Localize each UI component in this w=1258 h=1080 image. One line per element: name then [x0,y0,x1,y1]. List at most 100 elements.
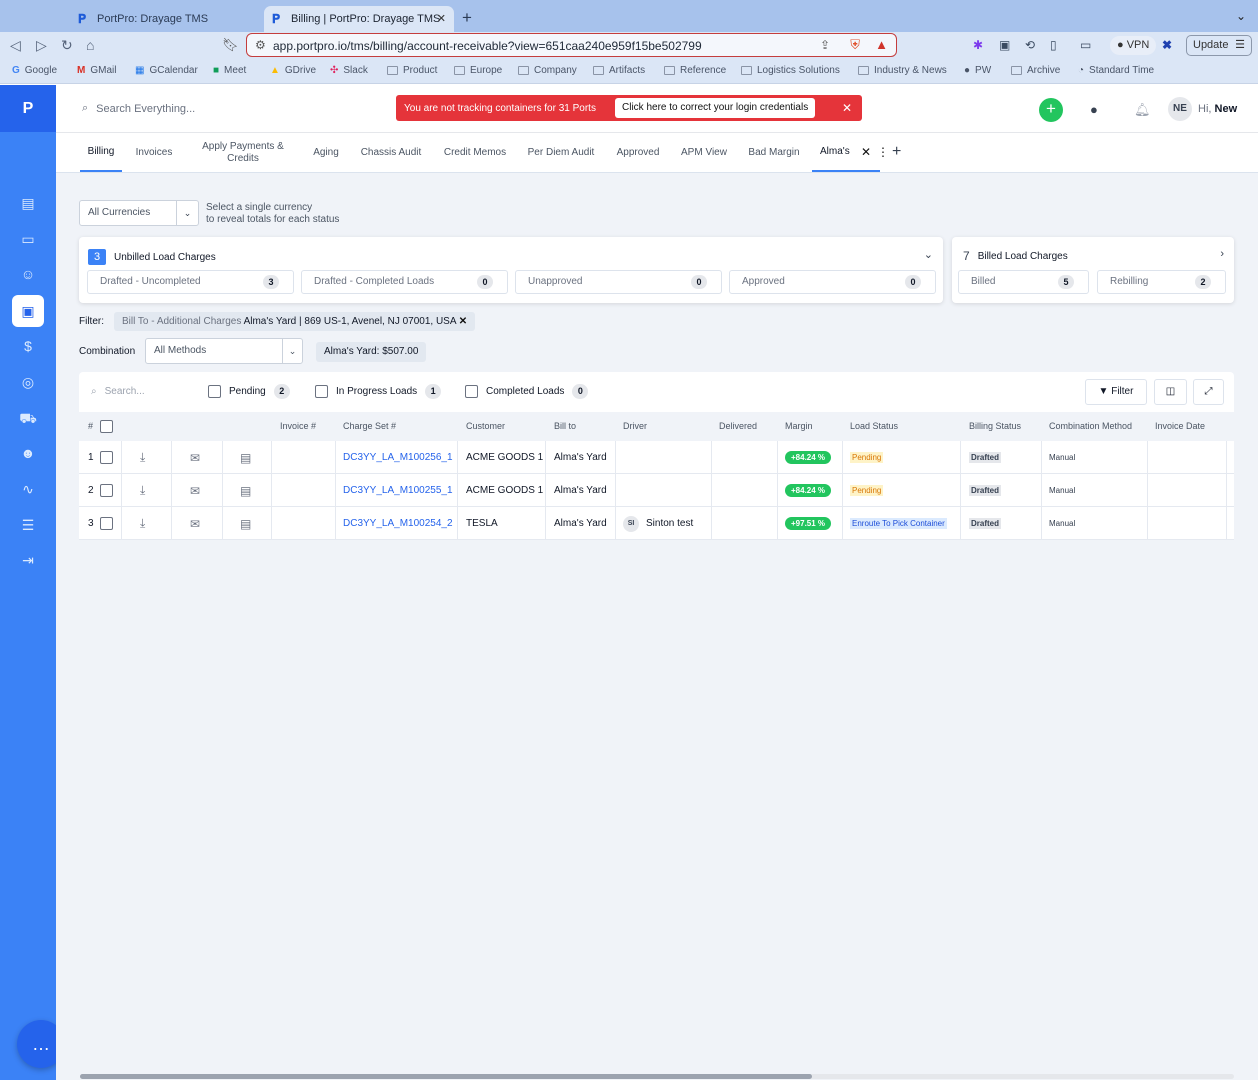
extensions-icon[interactable]: ⟲ [1025,38,1035,52]
user-greeting[interactable]: Hi, New [1198,103,1237,115]
grid-search-input[interactable]: ⌕ Search... [91,386,145,397]
pending-checkbox[interactable] [208,385,221,398]
table-row[interactable]: 1 ⤓ ✉ ▤ DC3YY_LA_M100256_1 ACME GOODS 1 … [79,441,1234,474]
billing-icon[interactable]: ▣ [12,295,44,327]
url-field[interactable]: ⚙ app.portpro.io/tms/billing/account-rec… [246,33,897,57]
stat-approved[interactable]: Approved 0 [729,270,936,294]
horizontal-scrollbar[interactable] [80,1074,1234,1079]
tab-approved[interactable]: Approved [612,134,664,172]
monitor-icon[interactable]: ▭ [16,227,40,251]
tab-list-chevron-icon[interactable]: ⌄ [1236,9,1246,23]
vpn-button[interactable]: ● VPN [1110,36,1157,55]
bookmark-archive[interactable]: Archive [1011,65,1060,76]
notifications-bell-icon[interactable]: 🔔︎ [1134,102,1151,118]
add-view-icon[interactable]: + [892,143,901,161]
activity-icon[interactable]: ∿ [16,477,40,501]
tab-apm-view[interactable]: APM View [676,134,732,172]
charge-set-link[interactable]: DC3YY_LA_M100256_1 [343,441,453,474]
completed-checkbox[interactable] [465,385,478,398]
view-details-icon[interactable]: ▤ [240,474,251,507]
bookmark-icon[interactable]: 🔖︎ [222,37,239,53]
scrollbar-thumb[interactable] [80,1074,812,1079]
filter-button[interactable]: ▼ Filter [1085,379,1147,405]
row-checkbox[interactable] [100,441,113,474]
map-icon[interactable]: ▤ [16,191,40,215]
new-tab-icon[interactable]: + [462,8,472,28]
brave-shield-icon[interactable]: ⛨ [850,37,860,53]
back-icon[interactable]: ◁ [10,37,21,54]
row-checkbox[interactable] [100,507,113,540]
in-progress-checkbox[interactable] [315,385,328,398]
col-driver[interactable]: Driver [623,421,647,431]
remove-filter-icon[interactable]: ✕ [459,316,467,327]
browser-tab-portpro[interactable]: 𝐏 PortPro: Drayage TMS [70,6,260,32]
download-icon[interactable]: ⤓ [140,474,145,507]
stat-drafted-uncompleted[interactable]: Drafted - Uncompleted 3 [87,270,294,294]
send-email-icon[interactable]: ✉ [190,441,200,474]
currency-select[interactable]: All Currencies ⌄ [79,200,199,226]
bookmark-standard-time[interactable]: ◔ Standard Time [1078,65,1154,76]
col-delivered[interactable]: Delivered [719,421,757,431]
update-button[interactable]: Update ☰ [1186,35,1252,56]
expand-button[interactable]: ⤢ [1193,379,1224,405]
tab-apply-payments[interactable]: Apply Payments & Credits [194,134,292,172]
bookmark-reference[interactable]: Reference [664,65,726,76]
tab-per-diem-audit[interactable]: Per Diem Audit [524,134,598,172]
tab-aging[interactable]: Aging [308,134,344,172]
bookmark-slack[interactable]: ✣ Slack [330,65,368,76]
close-alert-icon[interactable]: ✕ [842,101,852,115]
stat-unapproved[interactable]: Unapproved 0 [515,270,722,294]
col-billing-status[interactable]: Billing Status [969,421,1021,431]
bookmark-logistics[interactable]: Logistics Solutions [741,65,840,76]
row-checkbox[interactable] [100,474,113,507]
collapse-chevron-icon[interactable]: ⌄ [924,248,933,261]
table-row[interactable]: 3 ⤓ ✉ ▤ DC3YY_LA_M100254_2 TESLA Alma's … [79,507,1234,540]
bookmark-company[interactable]: Company [518,65,577,76]
settings-sliders-icon[interactable]: ☰ [16,513,40,537]
combination-select[interactable]: All Methods ⌄ [145,338,303,364]
tab-bad-margin[interactable]: Bad Margin [744,134,804,172]
tab-invoices[interactable]: Invoices [130,134,178,172]
add-new-button[interactable]: + [1039,98,1063,122]
col-invoice-date[interactable]: Invoice Date [1155,421,1205,431]
charge-set-link[interactable]: DC3YY_LA_M100255_1 [343,474,453,507]
wallet-icon[interactable]: ▭ [1080,38,1091,52]
pending-filter[interactable]: Pending 2 [208,384,290,399]
site-info-icon[interactable]: ⚙ [255,38,266,52]
close-tab-icon[interactable]: ✕ [437,12,446,25]
reload-icon[interactable]: ↻ [61,37,73,54]
select-all-checkbox[interactable] [100,420,113,433]
col-combination-method[interactable]: Combination Method [1049,421,1132,431]
bookmark-pw[interactable]: ● PW [964,65,991,76]
columns-button[interactable]: ◫ [1154,379,1187,405]
stat-billed[interactable]: Billed 5 [958,270,1089,294]
view-details-icon[interactable]: ▤ [240,441,251,474]
bookmark-artifacts[interactable]: Artifacts [593,65,645,76]
fix-credentials-button[interactable]: Click here to correct your login credent… [615,98,816,118]
home-icon[interactable]: ⌂ [86,37,94,53]
user-avatar[interactable]: NE [1168,97,1192,121]
col-charge-set[interactable]: Charge Set # [343,421,396,431]
charge-set-link[interactable]: DC3YY_LA_M100254_2 [343,507,453,540]
bookmark-industry[interactable]: Industry & News [858,65,947,76]
bookmark-meet[interactable]: ■ Meet [213,65,246,76]
extension-puzzle-icon[interactable]: ✱ [973,38,983,52]
filter-chip[interactable]: Bill To - Additional Charges Alma's Yard… [114,312,476,331]
download-icon[interactable]: ⤓ [140,507,145,540]
driver-icon[interactable]: ☻ [16,441,40,465]
col-margin[interactable]: Margin [785,421,813,431]
bookmark-gmail[interactable]: M GMail [77,65,116,76]
col-invoice[interactable]: Invoice # [280,421,316,431]
download-icon[interactable]: ⤓ [140,441,145,474]
global-search[interactable]: ⌕ Search Everything... [82,102,195,115]
bookmark-gdrive[interactable]: ▲ GDrive [270,65,316,76]
globe-icon[interactable]: ◎ [16,370,40,394]
bookmark-google[interactable]: G Google [12,65,57,76]
send-email-icon[interactable]: ✉ [190,507,200,540]
tab-billing[interactable]: Billing [80,134,122,172]
bookmark-gcalendar[interactable]: ▦ GCalendar [135,65,198,76]
expand-chevron-icon[interactable]: › [1220,248,1224,260]
col-bill-to[interactable]: Bill to [554,421,576,431]
stat-drafted-completed[interactable]: Drafted - Completed Loads 0 [301,270,508,294]
close-view-icon[interactable]: ✕ [861,145,871,159]
